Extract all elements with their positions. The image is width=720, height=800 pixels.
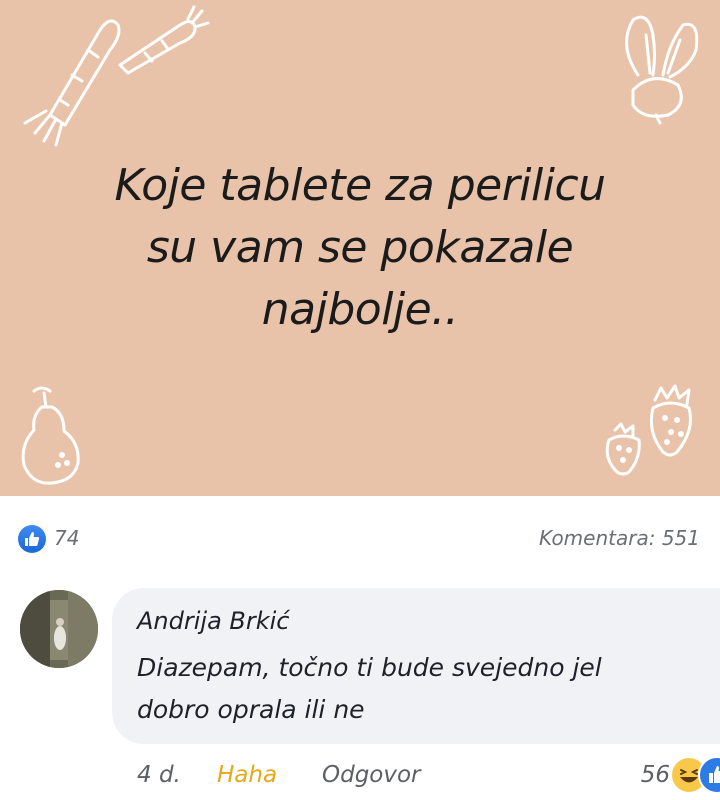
headline-line: Koje tablete za perilicu <box>114 160 606 211</box>
headline-line: su vam se pokazale <box>146 222 574 273</box>
carrot-illustration <box>23 5 210 147</box>
like-count[interactable]: 74 <box>54 526 79 550</box>
avatar[interactable] <box>20 590 98 668</box>
strawberry-illustration <box>605 384 692 476</box>
beet-illustration <box>625 15 699 125</box>
post-headline: Koje tablete za perilicu su vam se pokaz… <box>60 155 660 341</box>
thumbs-up-icon[interactable] <box>698 756 720 794</box>
headline-line: najbolje.. <box>261 284 459 335</box>
post-image[interactable]: Koje tablete za perilicu su vam se pokaz… <box>0 0 720 496</box>
comment-time[interactable]: 4 d. <box>137 762 181 788</box>
reaction-count[interactable]: 56 <box>641 762 670 788</box>
haha-reaction-button[interactable]: Haha <box>217 762 277 788</box>
thumbs-up-icon[interactable] <box>18 525 46 553</box>
pear-illustration <box>21 386 80 485</box>
comment-count[interactable]: Komentara: 551 <box>539 526 700 550</box>
comment-text: Diazepam, točno ti bude svejedno jel dob… <box>137 653 602 724</box>
comment-author[interactable]: Andrija Brkić <box>137 607 290 635</box>
reply-button[interactable]: Odgovor <box>322 762 421 788</box>
